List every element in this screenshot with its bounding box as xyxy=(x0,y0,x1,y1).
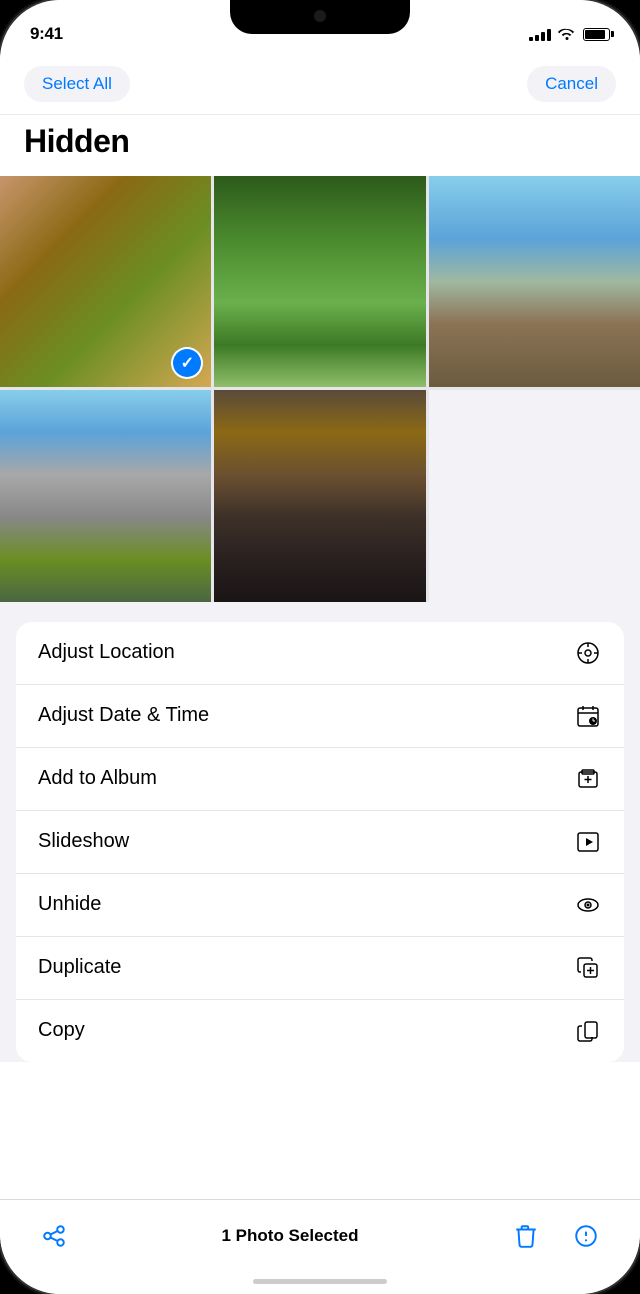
home-indicator xyxy=(253,1279,387,1284)
copy-icon xyxy=(574,1017,602,1045)
more-button[interactable] xyxy=(564,1214,608,1258)
action-sheet-backdrop: Adjust Location xyxy=(0,602,640,1062)
action-adjust-date-time-label: Adjust Date & Time xyxy=(38,704,209,727)
selected-count-text: 1 Photo Selected xyxy=(222,1226,359,1246)
photo-cell-empty xyxy=(429,390,640,601)
signal-bars-icon xyxy=(529,27,551,41)
photo-cell-4[interactable] xyxy=(0,390,211,601)
status-time: 9:41 xyxy=(30,24,63,44)
slideshow-icon xyxy=(574,828,602,856)
status-icons xyxy=(529,26,610,43)
action-adjust-location[interactable]: Adjust Location xyxy=(16,622,624,685)
delete-button[interactable] xyxy=(504,1214,548,1258)
action-copy-label: Copy xyxy=(38,1019,85,1042)
select-all-button[interactable]: Select All xyxy=(24,66,130,102)
photo-cell-1[interactable]: ✓ xyxy=(0,176,211,387)
notch xyxy=(230,0,410,34)
photo-cell-2[interactable] xyxy=(214,176,425,387)
add-to-album-icon xyxy=(574,765,602,793)
main-content: Select All Cancel Hidden ✓ xyxy=(0,54,640,1294)
camera-dot xyxy=(314,10,326,22)
header-bar: Select All Cancel xyxy=(0,54,640,115)
duplicate-icon xyxy=(574,954,602,982)
action-adjust-location-label: Adjust Location xyxy=(38,641,175,664)
phone-frame: 9:41 xyxy=(0,0,640,1294)
unhide-icon xyxy=(574,891,602,919)
share-button[interactable] xyxy=(32,1214,76,1258)
action-adjust-date-time[interactable]: Adjust Date & Time xyxy=(16,685,624,748)
action-add-to-album-label: Add to Album xyxy=(38,767,157,790)
action-sheet: Adjust Location xyxy=(16,622,624,1062)
photo-cell-5[interactable] xyxy=(214,390,425,601)
action-slideshow-label: Slideshow xyxy=(38,830,129,853)
action-copy[interactable]: Copy xyxy=(16,1000,624,1062)
action-unhide-label: Unhide xyxy=(38,893,101,916)
action-duplicate[interactable]: Duplicate xyxy=(16,937,624,1000)
adjust-location-icon xyxy=(574,639,602,667)
action-add-to-album[interactable]: Add to Album xyxy=(16,748,624,811)
wifi-icon xyxy=(558,26,576,43)
photo-cell-3[interactable] xyxy=(429,176,640,387)
cancel-button[interactable]: Cancel xyxy=(527,66,616,102)
battery-icon xyxy=(583,28,610,41)
page-title-area: Hidden xyxy=(0,115,640,176)
action-slideshow[interactable]: Slideshow xyxy=(16,811,624,874)
page-title: Hidden xyxy=(24,123,616,160)
action-duplicate-label: Duplicate xyxy=(38,956,121,979)
action-unhide[interactable]: Unhide xyxy=(16,874,624,937)
adjust-date-time-icon xyxy=(574,702,602,730)
phone-screen: 9:41 xyxy=(0,0,640,1294)
photo-grid: ✓ xyxy=(0,176,640,602)
